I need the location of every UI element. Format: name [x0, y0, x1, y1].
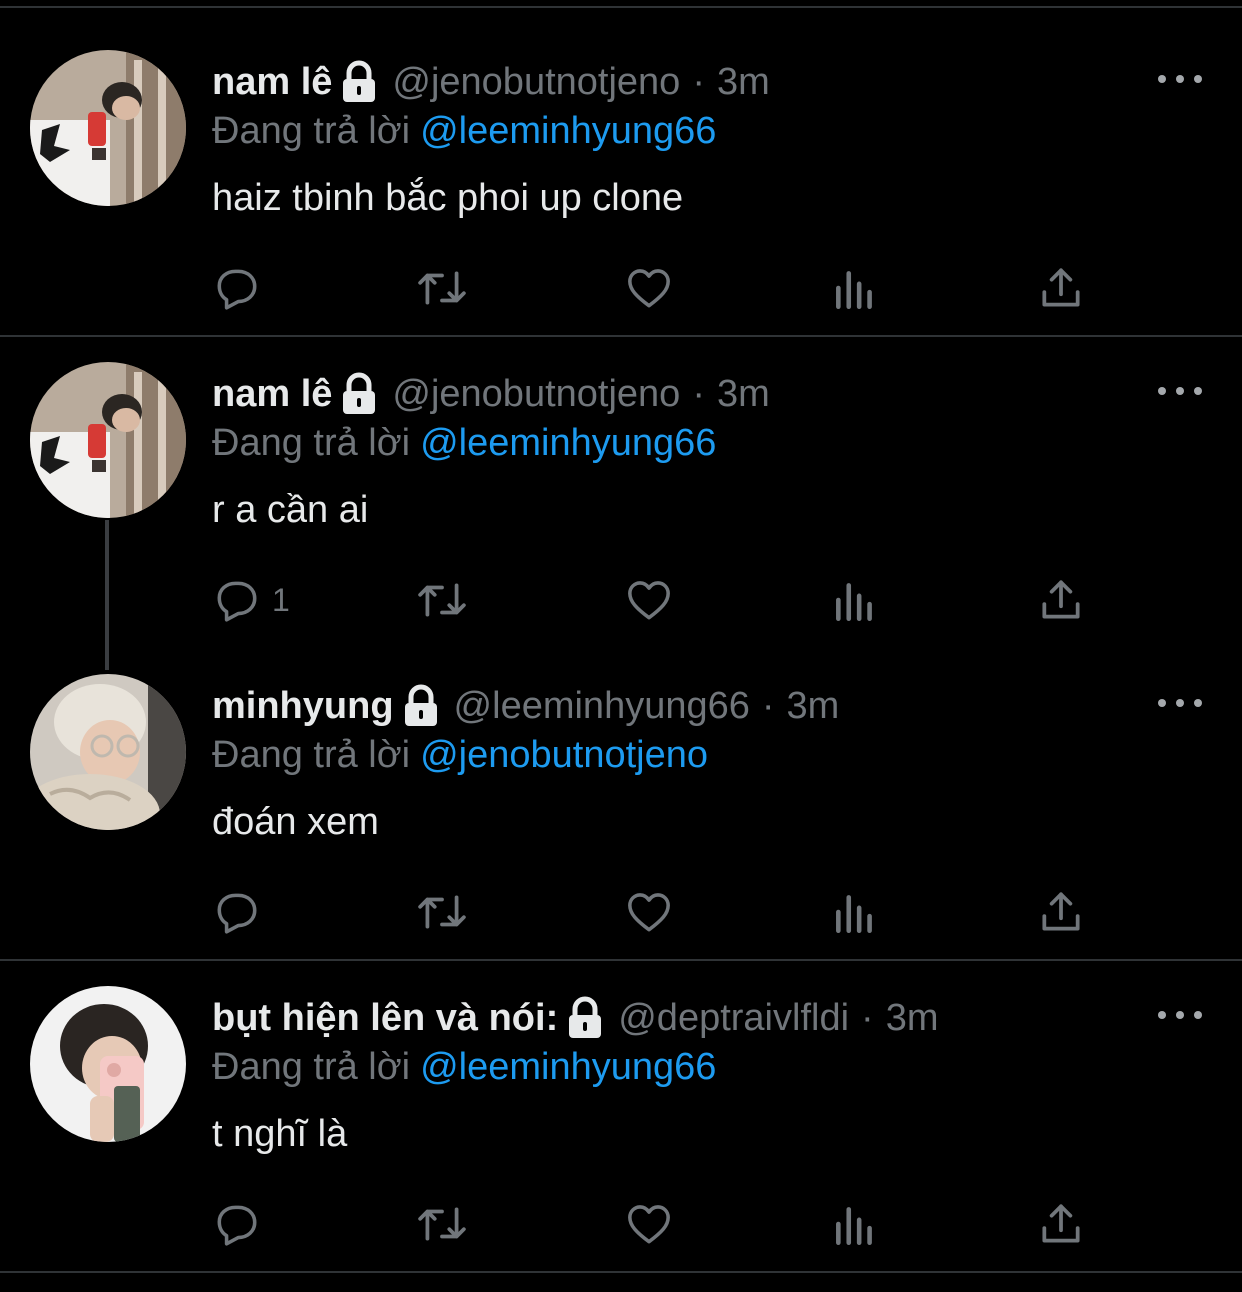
display-name[interactable]: minhyung	[212, 680, 394, 732]
username[interactable]: @deptraivlfldi	[618, 992, 849, 1044]
tweet-header: nam lê @jenobutnotjeno · 3m	[212, 56, 770, 108]
retweet-button[interactable]	[414, 572, 470, 628]
retweet-button[interactable]	[414, 260, 470, 316]
tweet-text: r a cần ai	[212, 489, 369, 531]
analytics-button[interactable]	[832, 260, 878, 316]
timestamp[interactable]: 3m	[717, 56, 770, 108]
display-name[interactable]: nam lê	[212, 56, 332, 108]
replying-to-label: Đang trả lời	[212, 422, 411, 464]
analytics-button[interactable]	[832, 884, 878, 940]
like-icon	[628, 269, 670, 308]
share-button[interactable]	[1036, 884, 1086, 940]
retweet-button[interactable]	[414, 884, 470, 940]
more-icon[interactable]	[1158, 688, 1202, 718]
avatar[interactable]	[30, 362, 186, 518]
tweet-actions	[212, 884, 1092, 940]
share-icon	[1042, 580, 1080, 619]
replying-to: Đang trả lời @jenobutnotjeno	[212, 730, 708, 780]
replying-to-mention[interactable]: @jenobutnotjeno	[420, 734, 708, 776]
tweet-actions	[212, 1196, 1092, 1252]
share-icon	[1042, 268, 1080, 307]
replying-to-label: Đang trả lời	[212, 1046, 411, 1088]
display-name[interactable]: bụt hiện lên và nói:	[212, 992, 558, 1044]
replying-to-mention[interactable]: @leeminhyung66	[420, 110, 716, 152]
divider-3	[0, 1271, 1242, 1273]
like-button[interactable]	[624, 260, 674, 316]
tweet[interactable]: nam lê @jenobutnotjeno · 3m Đang trả lời…	[0, 0, 1242, 312]
tweet-text: t nghĩ là	[212, 1113, 348, 1155]
display-name[interactable]: nam lê	[212, 368, 332, 420]
reply-icon	[217, 1205, 257, 1246]
lock-icon	[402, 684, 440, 728]
reply-count: 1	[272, 581, 290, 618]
share-button[interactable]	[1036, 1196, 1086, 1252]
tweet-text: đoán xem	[212, 801, 379, 843]
avatar[interactable]	[30, 674, 186, 830]
more-icon[interactable]	[1158, 1000, 1202, 1030]
tweet[interactable]: bụt hiện lên và nói: @deptraivlfldi · 3m…	[0, 936, 1242, 1248]
retweet-icon	[418, 583, 466, 617]
separator-dot: ·	[861, 997, 874, 1039]
like-icon	[628, 1205, 670, 1244]
reply-button[interactable]	[212, 1196, 272, 1252]
replying-to-mention[interactable]: @leeminhyung66	[420, 422, 716, 464]
timestamp[interactable]: 3m	[787, 680, 840, 732]
username[interactable]: @jenobutnotjeno	[392, 56, 680, 108]
share-icon	[1042, 892, 1080, 931]
reply-icon	[217, 581, 257, 622]
reply-button[interactable]: 1	[212, 572, 290, 628]
timestamp[interactable]: 3m	[717, 368, 770, 420]
lock-icon	[340, 60, 378, 104]
lock-icon	[566, 996, 604, 1040]
retweet-icon	[418, 271, 466, 305]
tweet[interactable]: minhyung @leeminhyung66 · 3m Đang trả lờ…	[0, 624, 1242, 936]
analytics-icon	[836, 1207, 872, 1246]
share-button[interactable]	[1036, 572, 1086, 628]
replying-to: Đang trả lời @leeminhyung66	[212, 418, 716, 468]
like-button[interactable]	[624, 1196, 674, 1252]
replying-to: Đang trả lời @leeminhyung66	[212, 1042, 716, 1092]
analytics-button[interactable]	[832, 572, 878, 628]
reply-icon	[217, 269, 257, 310]
like-icon	[628, 893, 670, 932]
like-icon	[628, 581, 670, 620]
tweet-header: bụt hiện lên và nói: @deptraivlfldi · 3m	[212, 992, 938, 1044]
replying-to: Đang trả lời @leeminhyung66	[212, 106, 716, 156]
username[interactable]: @leeminhyung66	[454, 680, 750, 732]
replying-to-mention[interactable]: @leeminhyung66	[420, 1046, 716, 1088]
reply-icon	[217, 893, 257, 934]
tweet-actions: 1	[212, 572, 1092, 628]
replying-to-label: Đang trả lời	[212, 734, 411, 776]
timestamp[interactable]: 3m	[886, 992, 939, 1044]
separator-dot: ·	[761, 685, 775, 727]
tweet-header: minhyung @leeminhyung66 · 3m	[212, 680, 839, 732]
analytics-icon	[836, 583, 872, 622]
tweet-text: haiz tbinh bắc phoi up clone	[212, 177, 684, 219]
retweet-icon	[418, 1207, 466, 1241]
more-icon[interactable]	[1158, 64, 1202, 94]
username[interactable]: @jenobutnotjeno	[392, 368, 680, 420]
tweet[interactable]: nam lê @jenobutnotjeno · 3m Đang trả lời…	[0, 312, 1242, 624]
retweet-button[interactable]	[414, 1196, 470, 1252]
replying-to-label: Đang trả lời	[212, 110, 411, 152]
reply-button[interactable]	[212, 884, 272, 940]
analytics-button[interactable]	[832, 1196, 878, 1252]
like-button[interactable]	[624, 572, 674, 628]
tweet-header: nam lê @jenobutnotjeno · 3m	[212, 368, 770, 420]
analytics-icon	[836, 895, 872, 934]
more-icon[interactable]	[1158, 376, 1202, 406]
lock-icon	[340, 372, 378, 416]
avatar[interactable]	[30, 50, 186, 206]
share-icon	[1042, 1204, 1080, 1243]
retweet-icon	[418, 895, 466, 929]
like-button[interactable]	[624, 884, 674, 940]
reply-button[interactable]	[212, 260, 272, 316]
separator-dot: ·	[692, 373, 705, 415]
share-button[interactable]	[1036, 260, 1086, 316]
tweet-actions	[212, 260, 1092, 316]
avatar[interactable]	[30, 986, 186, 1142]
analytics-icon	[836, 271, 872, 310]
separator-dot: ·	[692, 61, 705, 103]
